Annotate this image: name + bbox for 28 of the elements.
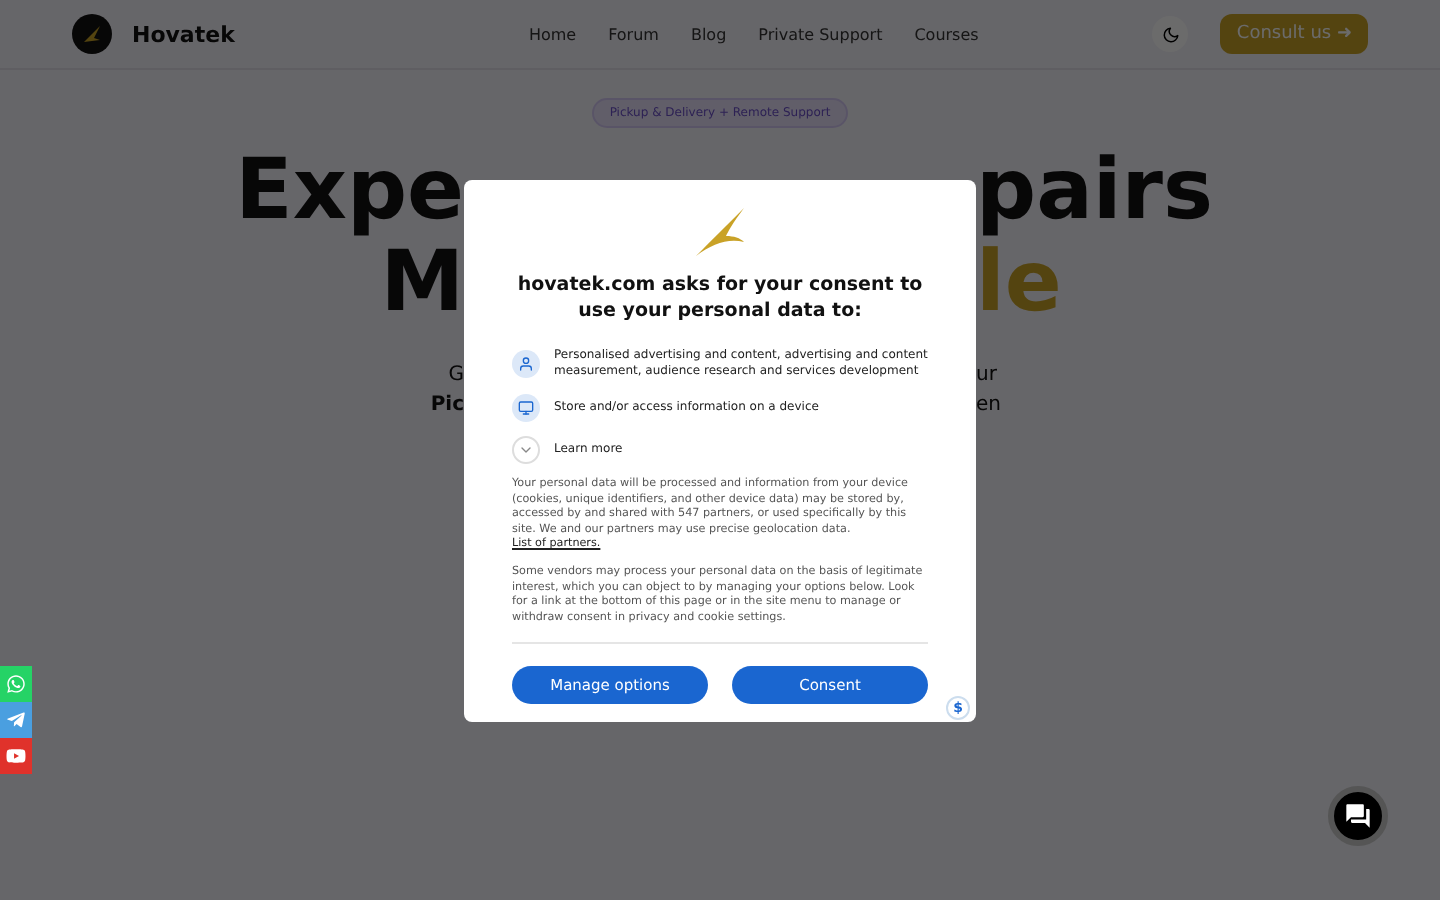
dialog-title: hovatek.com asks for your consent to use your personal data to: — [515, 272, 925, 324]
hero-heading: M — [380, 236, 464, 328]
hero-text: G — [448, 362, 464, 390]
nav-link[interactable]: Courses — [914, 25, 979, 43]
nav-link[interactable]: Forum — [608, 25, 659, 43]
brand-name[interactable]: Hovatek — [132, 21, 235, 47]
consult-button[interactable]: Consult us ➜ — [1220, 14, 1368, 54]
play-icon — [6, 746, 26, 766]
hero-heading: le — [976, 236, 1062, 328]
device-icon — [518, 400, 534, 416]
person-icon — [518, 356, 534, 372]
chat-icon — [1344, 802, 1372, 830]
logo-icon[interactable] — [72, 14, 112, 54]
hero-text: Pic — [430, 392, 464, 420]
hero-text: ur — [976, 362, 997, 390]
moon-icon[interactable] — [1152, 16, 1189, 52]
paper-plane-icon — [6, 710, 26, 730]
social-button[interactable] — [0, 702, 32, 738]
nav-link[interactable]: Blog — [690, 25, 727, 43]
nav-link[interactable]: Private Support — [758, 25, 883, 43]
hero-heading: pairs — [976, 144, 1214, 236]
social-button[interactable] — [0, 666, 32, 702]
whatsapp-icon — [6, 674, 26, 694]
hero-text: en — [976, 392, 1001, 420]
chat-button[interactable] — [1328, 786, 1388, 846]
nav-link[interactable]: Home — [528, 25, 577, 43]
social-button[interactable] — [0, 738, 32, 774]
hero-heading: Expe — [235, 144, 464, 236]
